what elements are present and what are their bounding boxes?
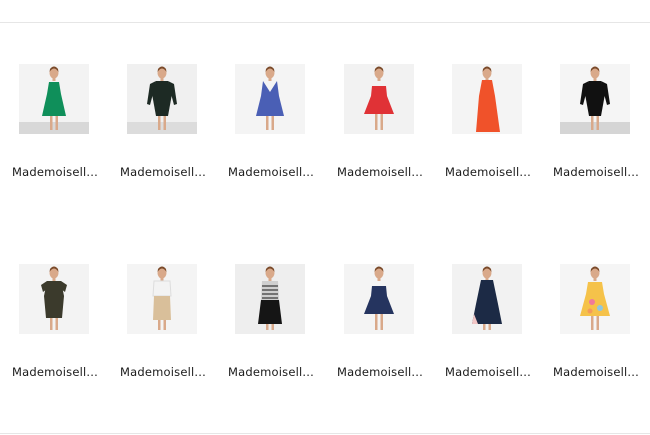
product-image[interactable] <box>560 64 630 134</box>
product-card[interactable]: Mademoisell... <box>438 64 538 194</box>
product-name[interactable]: Mademoisell... <box>5 165 105 179</box>
product-card[interactable]: Mademoisell... <box>438 264 538 394</box>
product-name[interactable]: Mademoisell... <box>113 165 213 179</box>
product-name[interactable]: Mademoisell... <box>113 365 213 379</box>
product-card[interactable]: Mademoisell... <box>546 264 646 394</box>
product-card[interactable]: Mademoisell... <box>5 264 105 394</box>
product-image[interactable] <box>19 64 89 134</box>
product-name[interactable]: Mademoisell... <box>221 165 321 179</box>
product-image[interactable] <box>560 264 630 334</box>
product-card[interactable]: Mademoisell... <box>546 64 646 194</box>
product-name[interactable]: Mademoisell... <box>438 365 538 379</box>
product-card[interactable]: Mademoisell... <box>330 264 430 394</box>
product-image[interactable] <box>452 264 522 334</box>
product-card[interactable]: Mademoisell... <box>330 64 430 194</box>
product-image[interactable] <box>344 64 414 134</box>
product-card[interactable]: Mademoisell... <box>113 264 213 394</box>
product-image[interactable] <box>344 264 414 334</box>
product-card[interactable]: Mademoisell... <box>221 64 321 194</box>
product-name[interactable]: Mademoisell... <box>438 165 538 179</box>
product-image[interactable] <box>127 64 197 134</box>
product-name[interactable]: Mademoisell... <box>330 165 430 179</box>
product-card[interactable]: Mademoisell... <box>221 264 321 394</box>
product-image[interactable] <box>235 264 305 334</box>
product-image[interactable] <box>127 264 197 334</box>
product-name[interactable]: Mademoisell... <box>546 165 646 179</box>
product-card[interactable]: Mademoisell... <box>5 64 105 194</box>
product-card[interactable]: Mademoisell... <box>113 64 213 194</box>
product-image[interactable] <box>452 64 522 134</box>
product-name[interactable]: Mademoisell... <box>5 365 105 379</box>
product-name[interactable]: Mademoisell... <box>546 365 646 379</box>
product-image[interactable] <box>235 64 305 134</box>
bottom-divider <box>0 433 650 434</box>
product-name[interactable]: Mademoisell... <box>221 365 321 379</box>
product-name[interactable]: Mademoisell... <box>330 365 430 379</box>
product-image[interactable] <box>19 264 89 334</box>
product-grid: Mademoisell... Mademoisell... Mademoisel… <box>0 0 650 435</box>
